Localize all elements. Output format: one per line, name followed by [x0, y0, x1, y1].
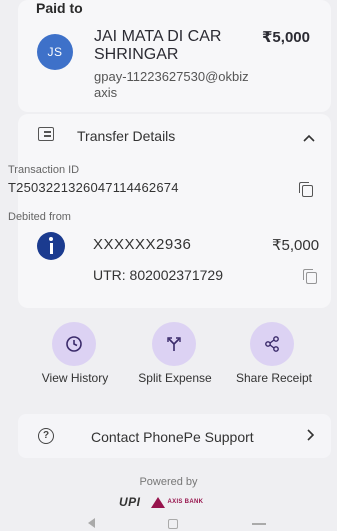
list-icon [38, 127, 54, 141]
payee-avatar: JS [37, 34, 73, 70]
share-receipt-button[interactable] [250, 322, 294, 366]
home-icon[interactable] [168, 519, 178, 529]
copy-icon[interactable] [299, 182, 313, 197]
chevron-right-icon[interactable] [306, 428, 315, 445]
payee-name: JAI MATA DI CAR SHRINGAR [94, 28, 222, 63]
powered-by-label: Powered by [139, 476, 198, 488]
view-history-button[interactable] [52, 322, 96, 366]
axis-bank-mark-icon [150, 496, 165, 508]
transaction-id-label: Transaction ID [8, 164, 80, 176]
partner-logos: UPI AXIS BANK [119, 494, 239, 510]
payee-upi-id: gpay-11223627530@okbizaxis [94, 69, 249, 100]
view-history-label[interactable]: View History [25, 371, 125, 385]
split-expense-button[interactable] [152, 322, 196, 366]
transfer-details-title: Transfer Details [77, 128, 176, 144]
utr-number: UTR: 802002371729 [93, 267, 223, 283]
back-icon[interactable] [88, 518, 95, 528]
contact-support-label[interactable]: Contact PhonePe Support [91, 429, 254, 445]
clock-icon [66, 336, 82, 352]
split-expense-label[interactable]: Split Expense [125, 371, 225, 385]
help-icon: ? [38, 428, 54, 444]
recent-apps-icon[interactable] [252, 523, 266, 525]
split-icon [167, 337, 181, 351]
axis-bank-name: AXIS BANK [167, 499, 204, 505]
account-number: XXXXXX2936 [93, 236, 192, 253]
axis-bank-logo: AXIS BANK [150, 496, 204, 508]
chevron-up-icon[interactable] [303, 129, 315, 145]
copy-icon[interactable] [303, 269, 317, 284]
bank-logo-icon [37, 232, 65, 260]
debited-amount: ₹5,000 [272, 237, 320, 254]
share-receipt-label[interactable]: Share Receipt [224, 371, 324, 385]
debited-from-label: Debited from [8, 211, 71, 223]
share-icon [265, 336, 279, 352]
transaction-id-value: T2503221326047114462674 [8, 180, 179, 195]
payee-amount: ₹5,000 [262, 29, 310, 46]
transaction-details-page: Paid to JS JAI MATA DI CAR SHRINGAR ₹5,0… [0, 0, 337, 531]
paid-to-label: Paid to [36, 0, 83, 16]
upi-logo: UPI [119, 495, 141, 509]
